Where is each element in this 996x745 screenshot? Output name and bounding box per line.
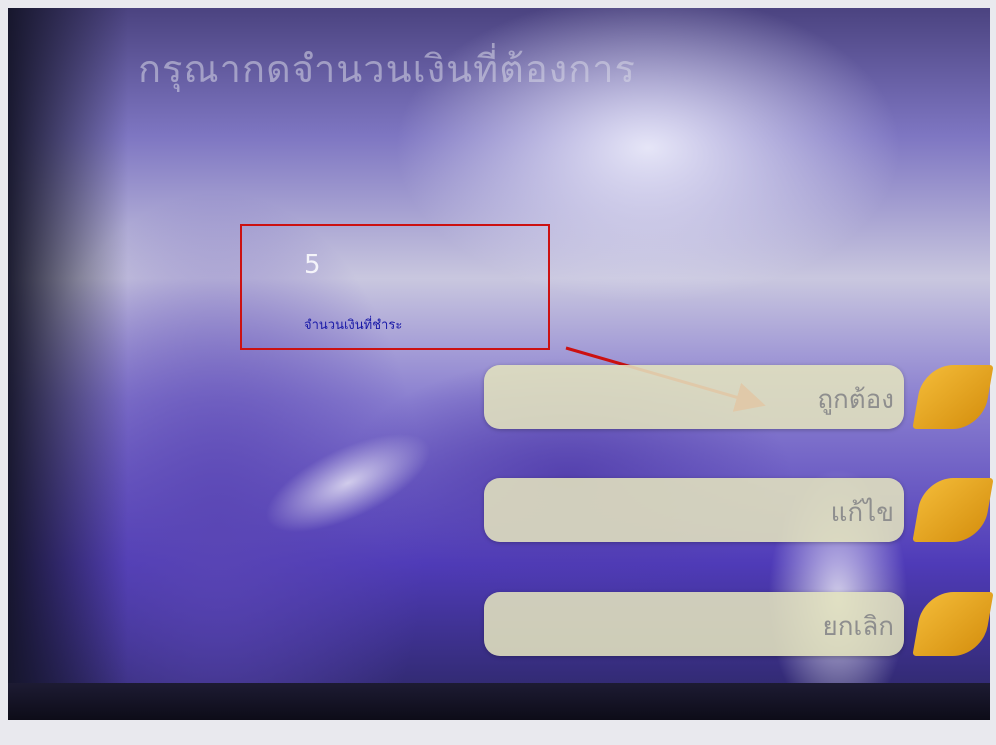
- edit-label: แก้ไข: [830, 498, 894, 528]
- screen-bezel: [8, 683, 990, 720]
- amount-highlight-box: 5 จำนวนเงินที่ชำระ: [240, 224, 550, 350]
- confirm-label: ถูกต้อง: [817, 385, 894, 415]
- cancel-label: ยกเลิก: [822, 612, 894, 642]
- amount-label: จำนวนเงินที่ชำระ: [304, 318, 403, 333]
- confirm-button[interactable]: ถูกต้อง: [484, 365, 904, 429]
- light-glare: [251, 413, 445, 553]
- screen-shadow: [8, 8, 128, 720]
- screen-heading: กรุณากดจำนวนเงินที่ต้องการ: [138, 47, 636, 91]
- cancel-button[interactable]: ยกเลิก: [484, 592, 904, 656]
- edit-button[interactable]: แก้ไข: [484, 478, 904, 542]
- amount-value: 5: [304, 250, 321, 280]
